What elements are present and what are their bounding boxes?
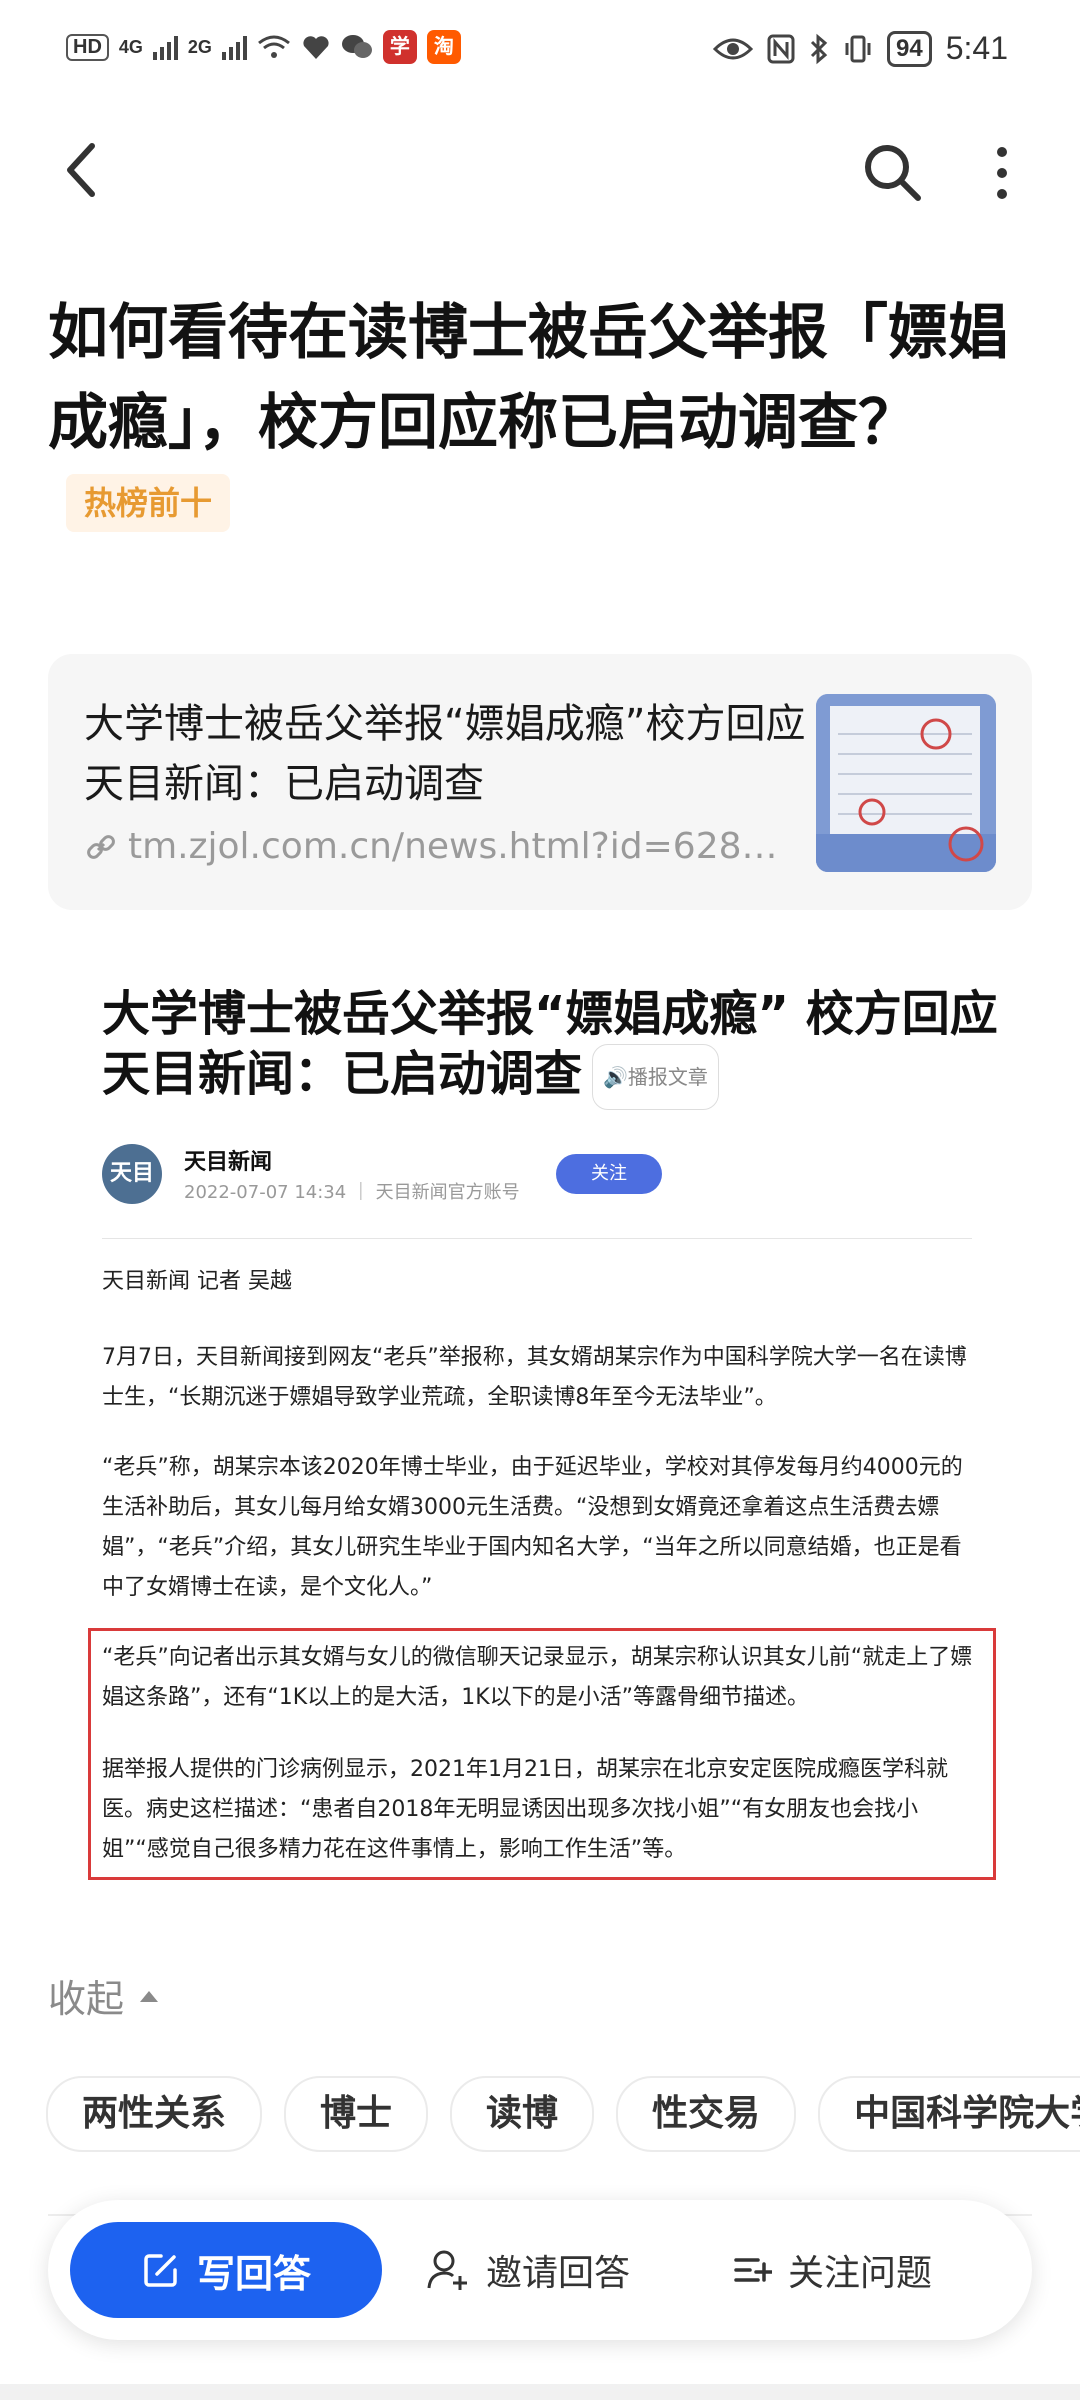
search-icon[interactable] <box>860 140 924 204</box>
account-type: 天目新闻官方账号 <box>375 1182 520 1203</box>
status-left: HD 4G 2G 学 淘 <box>66 30 461 64</box>
nfc-icon <box>767 34 795 63</box>
top-nav <box>0 120 1080 220</box>
tag-item[interactable]: 读博 <box>450 2076 595 2152</box>
invite-answer-label: 邀请回答 <box>486 2253 631 2294</box>
status-right: 94 5:41 <box>713 30 1008 67</box>
write-answer-button[interactable]: 写回答 <box>70 2222 382 2318</box>
collapse-label: 收起 <box>48 1977 125 2021</box>
link-card-url: tm.zjol.com.cn/news.html?id=628… <box>128 826 778 867</box>
caret-up-icon <box>140 1990 159 2002</box>
read-aloud-label: 播报文章 <box>627 1065 708 1089</box>
write-answer-label: 写回答 <box>196 2251 311 2296</box>
tag-item[interactable]: 中国科学院大学 <box>818 2076 1080 2152</box>
nav-gesture-strip <box>0 2384 1080 2400</box>
article-paragraph-1: 7月7日，天目新闻接到网友“老兵”举报称，其女婿胡某宗作为中国科学院大学一名在读… <box>102 1345 967 1410</box>
collapse-toggle[interactable]: 收起 <box>48 1968 160 2023</box>
wifi-icon <box>257 35 290 58</box>
highlight-box <box>88 1628 996 1880</box>
clock: 5:41 <box>945 30 1008 66</box>
article-image[interactable]: 大学博士被岳父举报“嫖娼成瘾” 校方回应天目新闻：已启动调查 🔊播报文章 天目 天… <box>80 960 1004 1900</box>
hd-indicator: HD <box>66 33 109 61</box>
article-follow-button: 关注 <box>556 1154 662 1194</box>
link-icon <box>87 834 115 859</box>
author-name: 天目新闻 <box>184 1150 273 1175</box>
author-avatar: 天目 <box>102 1144 162 1204</box>
signal-icon-2 <box>221 34 247 60</box>
edit-icon <box>144 2254 177 2287</box>
author-meta: 2022-07-07 14:34 ｜ 天目新闻官方账号 <box>184 1182 520 1203</box>
article-headline-text: 大学博士被岳父举报“嫖娼成瘾” 校方回应天目新闻：已启动调查 <box>102 986 998 1102</box>
tag-item[interactable]: 性交易 <box>616 2076 797 2152</box>
wechat-icon <box>341 35 372 58</box>
status-bar: HD 4G 2G 学 淘 94 5:41 <box>0 0 1080 100</box>
more-options-icon[interactable] <box>982 138 1022 208</box>
network-type-2: 2G <box>187 36 212 57</box>
link-card-url-row: tm.zjol.com.cn/news.html?id=628… <box>84 826 814 867</box>
add-person-icon <box>427 2250 467 2290</box>
link-card-title: 大学博士被岳父举报“嫖娼成瘾”校方回应天目新闻：已启动调查 <box>84 701 806 807</box>
topic-tags: 两性关系博士读博性交易中国科学院大学 <box>46 2076 1080 2156</box>
article-date: 2022-07-07 14:34 <box>184 1182 347 1203</box>
bluetooth-icon <box>810 33 828 64</box>
vibrate-icon <box>845 35 871 62</box>
invite-answer-button[interactable]: 邀请回答 <box>426 2222 630 2318</box>
follow-question-button[interactable]: 关注问题 <box>732 2222 932 2318</box>
bottom-action-bar: 写回答 邀请回答 关注问题 <box>48 2200 1032 2340</box>
news-app-icon: 学 <box>382 30 417 64</box>
read-aloud-tag: 🔊播报文章 <box>592 1044 719 1110</box>
question-title: 如何看待在读博士被岳父举报「嫖娼成瘾」，校方回应称已启动调查？ <box>48 298 1008 458</box>
article-paragraph-2: “老兵”称，胡某宗本该2020年博士毕业，由于延迟毕业，学校对其停发每月约400… <box>102 1455 963 1600</box>
heart-rate-icon <box>303 36 329 59</box>
follow-question-label: 关注问题 <box>788 2253 933 2294</box>
follow-list-icon <box>734 2258 772 2282</box>
tag-item[interactable]: 两性关系 <box>46 2076 263 2152</box>
eye-icon <box>713 38 754 59</box>
tag-item[interactable]: 博士 <box>284 2076 429 2152</box>
signal-icon <box>152 34 178 60</box>
article-author-row: 天目 天目新闻 2022-07-07 14:34 ｜ 天目新闻官方账号 关注 <box>102 1144 972 1224</box>
article-byline: 天目新闻 记者 吴越 <box>102 1269 292 1294</box>
hot-rank-badge[interactable]: 热榜前十 <box>66 474 231 532</box>
article-headline: 大学博士被岳父举报“嫖娼成瘾” 校方回应天目新闻：已启动调查 🔊播报文章 <box>102 984 1002 1110</box>
article-divider <box>102 1238 972 1239</box>
link-card[interactable]: 大学博士被岳父举报“嫖娼成瘾”校方回应天目新闻：已启动调查 tm.zjol.co… <box>48 654 1032 910</box>
taobao-app-icon: 淘 <box>426 30 461 64</box>
link-card-thumbnail <box>816 694 996 872</box>
battery-indicator: 94 <box>887 30 932 67</box>
back-arrow-icon[interactable] <box>56 130 116 210</box>
network-type-1: 4G <box>118 36 143 57</box>
